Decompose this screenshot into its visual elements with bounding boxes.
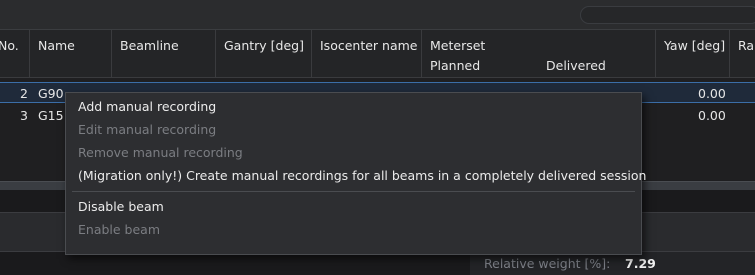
column-header-beamline[interactable]: Beamline	[112, 30, 216, 78]
column-header-ra[interactable]: Ra	[730, 30, 755, 78]
context-menu: Add manual recording Edit manual recordi…	[65, 92, 646, 255]
column-header-name[interactable]: Name	[30, 30, 112, 78]
menu-item-add-manual-recording[interactable]: Add manual recording	[66, 96, 641, 118]
menu-separator	[72, 191, 635, 192]
row-number: 3	[20, 108, 28, 123]
table-header: No. Name Beamline Gantry [deg] Isocenter…	[0, 30, 755, 78]
row-name: G15	[38, 108, 64, 123]
row-yaw: 0.00	[698, 108, 726, 123]
column-header-no[interactable]: No.	[0, 30, 30, 78]
column-subheader-planned: Planned	[430, 58, 481, 73]
column-subheader-delivered: Delivered	[546, 58, 606, 73]
menu-item-enable-beam: Enable beam	[78, 222, 161, 237]
column-header-meterset[interactable]: Meterset Planned Delivered	[422, 30, 656, 78]
column-header-gantry[interactable]: Gantry [deg]	[216, 30, 312, 78]
top-toolbar	[0, 0, 755, 30]
menu-item-edit-manual-recording: Edit manual recording	[78, 122, 217, 137]
row-number: 2	[20, 86, 28, 101]
menu-item-disable-beam[interactable]: Disable beam	[66, 196, 641, 218]
column-header-yaw[interactable]: Yaw [deg]	[656, 30, 730, 78]
column-header-isocenter[interactable]: Isocenter name	[312, 30, 422, 78]
relative-weight-value: 7.29	[625, 256, 656, 271]
relative-weight-field: Relative weight [%]: 7.29	[470, 252, 755, 275]
row-name: G90	[38, 86, 64, 101]
row-yaw: 0.00	[698, 86, 726, 101]
toolbar-field[interactable]	[580, 6, 755, 24]
relative-weight-label: Relative weight [%]:	[484, 256, 611, 271]
menu-item-create-manual-recordings-all-beams[interactable]: (Migration only!) Create manual recordin…	[66, 165, 646, 187]
app-window: No. Name Beamline Gantry [deg] Isocenter…	[0, 0, 755, 275]
menu-item-remove-manual-recording: Remove manual recording	[78, 145, 243, 160]
